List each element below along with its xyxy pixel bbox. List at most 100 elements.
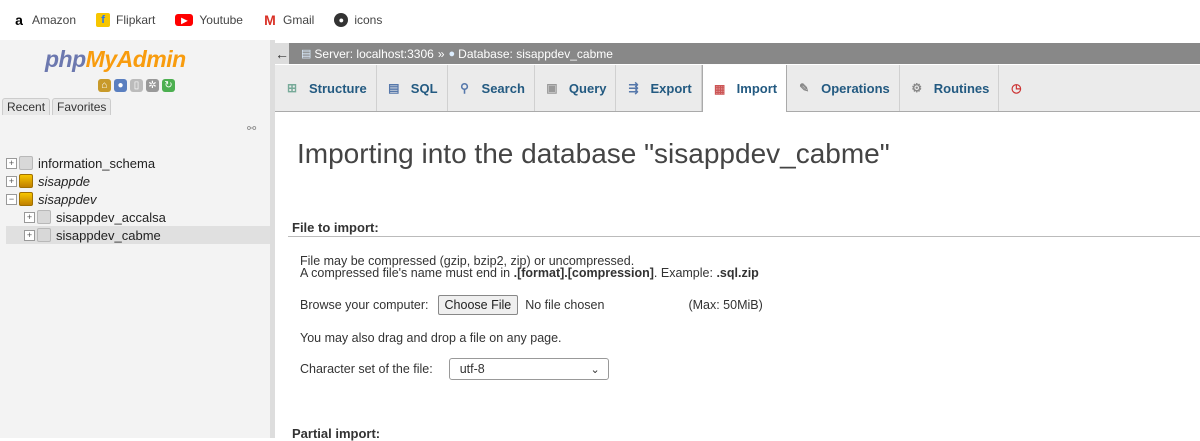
tree-label: sisappdev_cabme <box>56 227 161 243</box>
docs-icon[interactable]: ▯ <box>130 79 143 92</box>
bookmark-label: Flipkart <box>116 13 156 27</box>
tab-label: Export <box>650 80 692 96</box>
filename-note: A compressed file's name must end in .[f… <box>300 266 759 280</box>
bookmark-label: Amazon <box>32 13 77 27</box>
github-icon: ● <box>334 13 349 27</box>
collapse-icon[interactable]: − <box>6 193 17 205</box>
drag-drop-note: You may also drag and drop a file on any… <box>300 331 562 345</box>
database-icon <box>19 156 33 170</box>
database-icon <box>37 210 51 224</box>
recent-favorites-tabs: Recent Favorites <box>2 98 112 115</box>
import-icon: ▦ <box>713 81 726 96</box>
expand-icon[interactable]: + <box>24 211 35 223</box>
bookmark-flipkart[interactable]: f Flipkart <box>96 13 155 27</box>
partial-import-heading: Partial import: <box>292 426 381 441</box>
note-text: . Example: <box>653 266 717 280</box>
page-title: Importing into the database "sisappdev_c… <box>297 138 890 169</box>
no-file-chosen-text: No file chosen <box>525 298 605 312</box>
navigation-panel: phpMyAdmin ⌂ ● ▯ ✲ ↻ Recent Favorites ⚯ … <box>0 40 275 438</box>
tab-operations[interactable]: ✎ Operations <box>787 65 900 111</box>
note-format: .[format].[compression] <box>513 266 654 280</box>
expand-icon[interactable]: + <box>24 229 35 241</box>
reload-icon[interactable]: ↻ <box>162 79 175 92</box>
max-size-label: (Max: 50MiB) <box>688 298 763 312</box>
breadcrumb: ← ▤ Server: localhost:3306 » ● Database:… <box>275 43 1200 64</box>
database-tree: + information_schema + sisappde − sisappdev… <box>6 154 270 244</box>
browse-row: Browse your computer: Choose File No fil… <box>300 295 763 315</box>
bookmark-label: icons <box>354 13 383 27</box>
wrench-icon: ✎ <box>799 81 810 95</box>
tree-node-sisappdev[interactable]: − sisappdev <box>6 190 270 208</box>
main-panel: ← ▤ Server: localhost:3306 » ● Database:… <box>275 40 1200 441</box>
bookmark-youtube[interactable]: ▶ Youtube <box>175 13 243 27</box>
query-icon: ▣ <box>546 81 558 95</box>
amazon-icon: a <box>15 12 23 28</box>
link-icon[interactable]: ⚯ <box>247 122 256 135</box>
tab-routines[interactable]: ⚙ Routines <box>900 65 1000 111</box>
logo-part-php: php <box>45 46 86 72</box>
tab-import[interactable]: ▦ Import <box>701 65 788 112</box>
tree-label: sisappde <box>38 173 91 189</box>
browse-label: Browse your computer: <box>300 298 429 312</box>
tab-search[interactable]: ⚲ Search <box>448 65 535 111</box>
export-icon: ⇶ <box>628 81 639 95</box>
tab-structure[interactable]: ⊞ Structure <box>275 65 377 111</box>
database-icon: ● <box>448 47 456 60</box>
charset-row: Character set of the file: utf-8 ⌄ <box>300 358 609 380</box>
database-group-icon <box>19 192 33 206</box>
home-icon[interactable]: ⌂ <box>98 79 111 92</box>
phpmyadmin-logo[interactable]: phpMyAdmin <box>45 46 186 73</box>
bookmark-gmail[interactable]: M Gmail <box>263 12 315 28</box>
bookmark-label: Youtube <box>199 13 243 27</box>
tab-sql[interactable]: ▤ SQL <box>377 65 448 111</box>
database-group-icon <box>19 174 33 188</box>
recent-tab[interactable]: Recent <box>2 98 51 115</box>
note-text: A compressed file's name must end in <box>300 266 514 280</box>
bookmarks-bar: a Amazon f Flipkart ▶ Youtube M Gmail ● icons <box>0 0 1200 40</box>
charset-select[interactable]: utf-8 ⌄ <box>448 358 609 380</box>
bookmark-label: Gmail <box>282 13 315 27</box>
youtube-icon: ▶ <box>175 14 194 26</box>
flipkart-icon: f <box>96 13 111 27</box>
tree-node-sisappdev-accalsa[interactable]: + sisappdev_accalsa <box>6 208 270 226</box>
bookmark-icons[interactable]: ● icons <box>334 13 382 27</box>
tab-label: Search <box>481 80 525 96</box>
breadcrumb-server[interactable]: Server: localhost:3306 <box>314 47 433 61</box>
tree-node-information-schema[interactable]: + information_schema <box>6 154 270 172</box>
logo-part-myadmin: MyAdmin <box>85 46 187 72</box>
tab-bar: ⊞ Structure ▤ SQL ⚲ Search ▣ Query ⇶ Export ▦… <box>275 65 1200 112</box>
database-icon <box>37 228 51 242</box>
charset-label: Character set of the file: <box>300 362 433 376</box>
tree-node-sisappde[interactable]: + sisappde <box>6 172 270 190</box>
nav-icon-bar: ⌂ ● ▯ ✲ ↻ <box>98 79 175 92</box>
tab-label: SQL <box>410 80 438 96</box>
expand-icon[interactable]: + <box>6 175 17 187</box>
favorites-tab[interactable]: Favorites <box>52 98 112 115</box>
choose-file-button[interactable]: Choose File <box>437 295 519 315</box>
breadcrumb-separator: » <box>437 46 445 61</box>
tab-events[interactable]: ◷ <box>999 65 1042 111</box>
bookmark-amazon[interactable]: a Amazon <box>12 12 77 28</box>
routines-icon: ⚙ <box>911 81 923 95</box>
tree-node-sisappdev-cabme[interactable]: + sisappdev_cabme <box>6 226 270 244</box>
chevron-down-icon: ⌄ <box>590 363 600 376</box>
tree-label: sisappdev <box>38 191 97 207</box>
gmail-icon: M <box>264 12 276 28</box>
section-divider <box>288 236 1200 237</box>
tree-label: sisappdev_accalsa <box>56 209 166 225</box>
tab-query[interactable]: ▣ Query <box>535 65 617 111</box>
tab-label: Operations <box>821 80 890 96</box>
collapse-arrow-icon[interactable]: ← <box>275 43 289 64</box>
tab-export[interactable]: ⇶ Export <box>616 65 702 111</box>
note-example: .sql.zip <box>716 266 759 280</box>
tab-label: Import <box>736 81 778 96</box>
charset-value: utf-8 <box>459 362 485 376</box>
file-to-import-heading: File to import: <box>292 220 379 235</box>
settings-icon[interactable]: ✲ <box>146 79 159 92</box>
breadcrumb-database[interactable]: Database: sisappdev_cabme <box>458 47 613 61</box>
tab-label: Query <box>568 80 607 96</box>
structure-icon: ⊞ <box>286 81 298 95</box>
expand-icon[interactable]: + <box>6 157 17 169</box>
logout-icon[interactable]: ● <box>114 79 127 92</box>
server-icon: ▤ <box>301 48 312 60</box>
